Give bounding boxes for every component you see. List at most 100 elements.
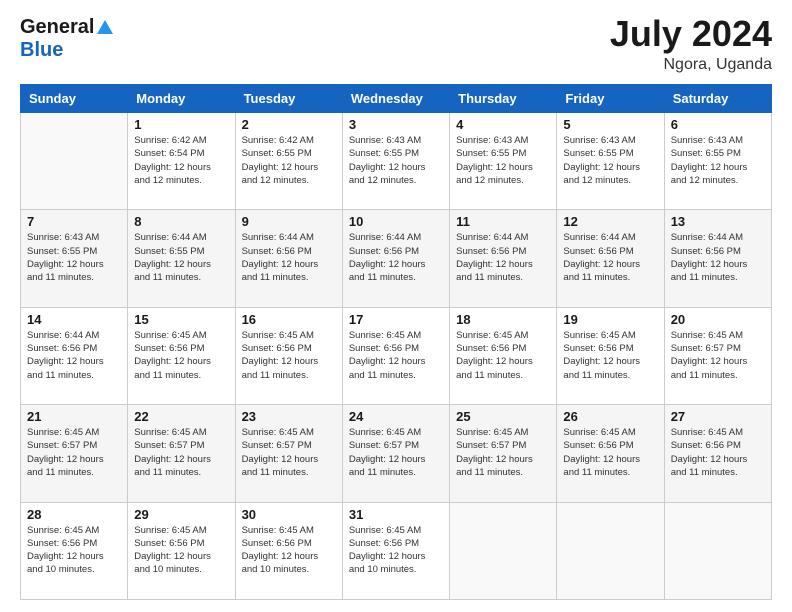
page-header: General Blue July 2024 Ngora, Uganda <box>20 16 772 74</box>
calendar-week-row: 21 Sunrise: 6:45 AMSunset: 6:57 PMDayligh… <box>21 405 772 502</box>
day-info: Sunrise: 6:45 AMSunset: 6:56 PMDaylight:… <box>134 524 228 577</box>
calendar-week-row: 28 Sunrise: 6:45 AMSunset: 6:56 PMDayligh… <box>21 502 772 599</box>
day-number: 15 <box>134 312 228 327</box>
calendar-day-cell: 23 Sunrise: 6:45 AMSunset: 6:57 PMDayligh… <box>235 405 342 502</box>
calendar-week-row: 7 Sunrise: 6:43 AMSunset: 6:55 PMDaylight… <box>21 210 772 307</box>
day-info: Sunrise: 6:44 AMSunset: 6:56 PMDaylight:… <box>563 231 657 284</box>
calendar-day-cell: 18 Sunrise: 6:45 AMSunset: 6:56 PMDayligh… <box>450 307 557 404</box>
header-wednesday: Wednesday <box>342 85 449 113</box>
calendar-week-row: 14 Sunrise: 6:44 AMSunset: 6:56 PMDayligh… <box>21 307 772 404</box>
day-number: 19 <box>563 312 657 327</box>
day-number: 6 <box>671 117 765 132</box>
day-info: Sunrise: 6:45 AMSunset: 6:56 PMDaylight:… <box>27 524 121 577</box>
header-saturday: Saturday <box>664 85 771 113</box>
day-info: Sunrise: 6:43 AMSunset: 6:55 PMDaylight:… <box>456 134 550 187</box>
calendar-day-cell: 5 Sunrise: 6:43 AMSunset: 6:55 PMDaylight… <box>557 113 664 210</box>
calendar-week-row: 1 Sunrise: 6:42 AMSunset: 6:54 PMDaylight… <box>21 113 772 210</box>
calendar-day-cell: 16Sunrise: 6:45 AMSunset: 6:56 PMDayligh… <box>235 307 342 404</box>
calendar-day-cell <box>21 113 128 210</box>
day-info: Sunrise: 6:42 AMSunset: 6:55 PMDaylight:… <box>242 134 336 187</box>
day-info: Sunrise: 6:45 AMSunset: 6:57 PMDaylight:… <box>134 426 228 479</box>
calendar-day-cell: 6Sunrise: 6:43 AMSunset: 6:55 PMDaylight… <box>664 113 771 210</box>
calendar-day-cell: 28 Sunrise: 6:45 AMSunset: 6:56 PMDayligh… <box>21 502 128 599</box>
day-number: 3 <box>349 117 443 132</box>
calendar-day-cell: 15 Sunrise: 6:45 AMSunset: 6:56 PMDayligh… <box>128 307 235 404</box>
calendar-day-cell: 24 Sunrise: 6:45 AMSunset: 6:57 PMDayligh… <box>342 405 449 502</box>
day-info: Sunrise: 6:42 AMSunset: 6:54 PMDaylight:… <box>134 134 228 187</box>
day-number: 8 <box>134 214 228 229</box>
calendar-day-cell: 30 Sunrise: 6:45 AMSunset: 6:56 PMDayligh… <box>235 502 342 599</box>
day-info: Sunrise: 6:44 AMSunset: 6:56 PMDaylight:… <box>349 231 443 284</box>
day-number: 22 <box>134 409 228 424</box>
calendar-day-cell: 20 Sunrise: 6:45 AMSunset: 6:57 PMDayligh… <box>664 307 771 404</box>
calendar-day-cell: 1 Sunrise: 6:42 AMSunset: 6:54 PMDaylight… <box>128 113 235 210</box>
day-number: 7 <box>27 214 121 229</box>
day-number: 18 <box>456 312 550 327</box>
day-number: 1 <box>134 117 228 132</box>
location-text: Ngora, Uganda <box>610 56 772 74</box>
calendar-day-cell: 27Sunrise: 6:45 AMSunset: 6:56 PMDayligh… <box>664 405 771 502</box>
day-number: 13 <box>671 214 765 229</box>
day-info: Sunrise: 6:45 AMSunset: 6:56 PMDaylight:… <box>563 426 657 479</box>
day-number: 10 <box>349 214 443 229</box>
day-number: 5 <box>563 117 657 132</box>
calendar-day-cell: 31Sunrise: 6:45 AMSunset: 6:56 PMDayligh… <box>342 502 449 599</box>
day-info: Sunrise: 6:45 AMSunset: 6:56 PMDaylight:… <box>134 329 228 382</box>
calendar-day-cell: 3 Sunrise: 6:43 AMSunset: 6:55 PMDaylight… <box>342 113 449 210</box>
calendar-day-cell: 13 Sunrise: 6:44 AMSunset: 6:56 PMDayligh… <box>664 210 771 307</box>
day-info: Sunrise: 6:43 AMSunset: 6:55 PMDaylight:… <box>27 231 121 284</box>
day-number: 16 <box>242 312 336 327</box>
logo-triangle-icon <box>97 20 113 34</box>
day-info: Sunrise: 6:45 AMSunset: 6:57 PMDaylight:… <box>349 426 443 479</box>
calendar-page: General Blue July 2024 Ngora, Uganda Sun… <box>0 0 792 612</box>
day-info: Sunrise: 6:45 AMSunset: 6:56 PMDaylight:… <box>563 329 657 382</box>
day-number: 25 <box>456 409 550 424</box>
title-section: July 2024 Ngora, Uganda <box>610 16 772 74</box>
day-info: Sunrise: 6:45 AMSunset: 6:56 PMDaylight:… <box>349 329 443 382</box>
calendar-day-cell: 17Sunrise: 6:45 AMSunset: 6:56 PMDayligh… <box>342 307 449 404</box>
calendar-day-cell: 4 Sunrise: 6:43 AMSunset: 6:55 PMDaylight… <box>450 113 557 210</box>
calendar-day-cell <box>450 502 557 599</box>
logo: General Blue <box>20 16 113 62</box>
day-info: Sunrise: 6:45 AMSunset: 6:57 PMDaylight:… <box>242 426 336 479</box>
calendar-day-cell: 26 Sunrise: 6:45 AMSunset: 6:56 PMDayligh… <box>557 405 664 502</box>
header-friday: Friday <box>557 85 664 113</box>
day-number: 23 <box>242 409 336 424</box>
day-info: Sunrise: 6:43 AMSunset: 6:55 PMDaylight:… <box>349 134 443 187</box>
day-info: Sunrise: 6:45 AMSunset: 6:57 PMDaylight:… <box>671 329 765 382</box>
day-number: 4 <box>456 117 550 132</box>
calendar-day-cell: 22 Sunrise: 6:45 AMSunset: 6:57 PMDayligh… <box>128 405 235 502</box>
header-monday: Monday <box>128 85 235 113</box>
day-info: Sunrise: 6:45 AMSunset: 6:56 PMDaylight:… <box>242 524 336 577</box>
day-number: 24 <box>349 409 443 424</box>
day-info: Sunrise: 6:43 AMSunset: 6:55 PMDaylight:… <box>563 134 657 187</box>
calendar-table: Sunday Monday Tuesday Wednesday Thursday… <box>20 84 772 600</box>
calendar-day-cell: 8 Sunrise: 6:44 AMSunset: 6:55 PMDaylight… <box>128 210 235 307</box>
logo-general-text: General <box>20 16 94 39</box>
calendar-day-cell: 25Sunrise: 6:45 AMSunset: 6:57 PMDayligh… <box>450 405 557 502</box>
day-number: 11 <box>456 214 550 229</box>
calendar-day-cell: 21Sunrise: 6:45 AMSunset: 6:57 PMDayligh… <box>21 405 128 502</box>
logo-blue-text: Blue <box>20 39 113 62</box>
calendar-day-cell: 2Sunrise: 6:42 AMSunset: 6:55 PMDaylight… <box>235 113 342 210</box>
day-info: Sunrise: 6:45 AMSunset: 6:56 PMDaylight:… <box>456 329 550 382</box>
calendar-day-cell: 11Sunrise: 6:44 AMSunset: 6:56 PMDayligh… <box>450 210 557 307</box>
day-number: 26 <box>563 409 657 424</box>
day-info: Sunrise: 6:45 AMSunset: 6:56 PMDaylight:… <box>671 426 765 479</box>
day-number: 28 <box>27 507 121 522</box>
day-info: Sunrise: 6:44 AMSunset: 6:56 PMDaylight:… <box>27 329 121 382</box>
month-title: July 2024 <box>610 16 772 52</box>
header-sunday: Sunday <box>21 85 128 113</box>
calendar-day-cell <box>664 502 771 599</box>
day-number: 21 <box>27 409 121 424</box>
weekday-header-row: Sunday Monday Tuesday Wednesday Thursday… <box>21 85 772 113</box>
day-number: 20 <box>671 312 765 327</box>
day-number: 12 <box>563 214 657 229</box>
calendar-day-cell: 12 Sunrise: 6:44 AMSunset: 6:56 PMDayligh… <box>557 210 664 307</box>
day-info: Sunrise: 6:44 AMSunset: 6:55 PMDaylight:… <box>134 231 228 284</box>
day-number: 30 <box>242 507 336 522</box>
day-number: 14 <box>27 312 121 327</box>
day-info: Sunrise: 6:44 AMSunset: 6:56 PMDaylight:… <box>671 231 765 284</box>
day-info: Sunrise: 6:45 AMSunset: 6:56 PMDaylight:… <box>349 524 443 577</box>
calendar-day-cell <box>557 502 664 599</box>
